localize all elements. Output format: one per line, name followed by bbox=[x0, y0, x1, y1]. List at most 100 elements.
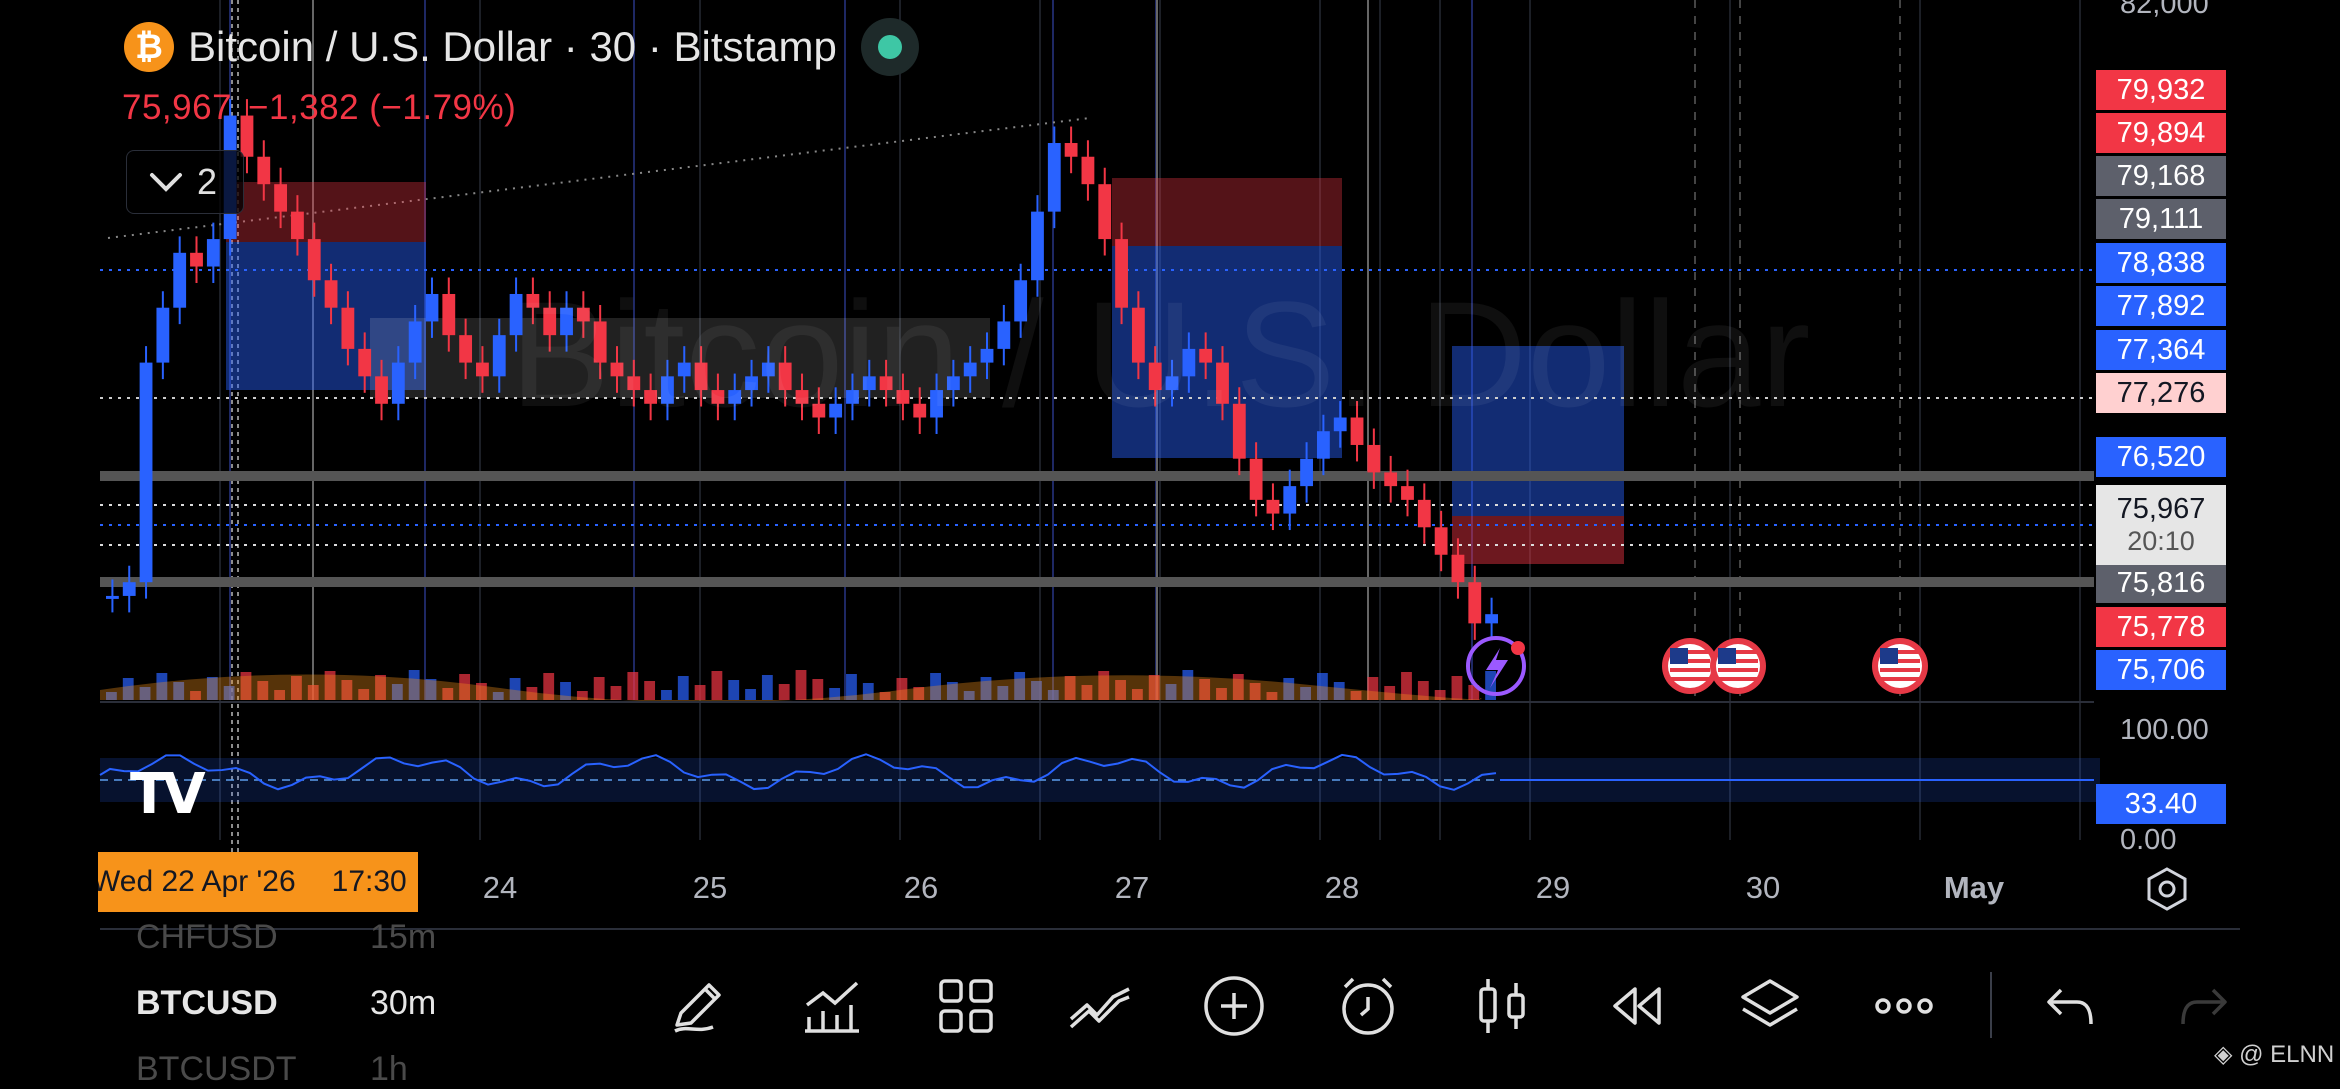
candle bbox=[307, 239, 321, 281]
volume-bar bbox=[1451, 676, 1463, 700]
symbol-name: BTCUSDT bbox=[136, 1050, 297, 1088]
undo-icon bbox=[2047, 988, 2093, 1025]
candle bbox=[173, 252, 187, 308]
oscillator-max-label: 100.00 bbox=[2120, 714, 2209, 746]
chart-settings-icon[interactable] bbox=[2144, 866, 2190, 912]
volume-bar bbox=[644, 681, 656, 700]
volume-bar bbox=[812, 679, 824, 700]
price-level-label: 79,932 bbox=[2096, 70, 2226, 110]
alert-clock-icon bbox=[1342, 977, 1394, 1035]
volume-bar bbox=[593, 677, 605, 700]
draw-button[interactable] bbox=[660, 968, 736, 1044]
alert-button[interactable] bbox=[1330, 968, 1406, 1044]
symbol-title[interactable]: Bitcoin / U.S. Dollar · 30 · Bitstamp bbox=[188, 23, 837, 71]
candle bbox=[459, 335, 473, 363]
volume-bar bbox=[610, 686, 622, 700]
time-tick: 27 bbox=[1114, 870, 1150, 905]
candle bbox=[442, 293, 456, 336]
candle bbox=[291, 211, 304, 240]
more-icon bbox=[1875, 998, 1933, 1014]
candle bbox=[1401, 486, 1414, 500]
volume-bar bbox=[661, 690, 672, 700]
price-level-label: 79,168 bbox=[2096, 156, 2226, 196]
redo-button[interactable] bbox=[2166, 968, 2242, 1044]
candle bbox=[1468, 582, 1482, 624]
candle bbox=[341, 307, 355, 349]
indicators-button[interactable] bbox=[794, 968, 870, 1044]
candle bbox=[1098, 184, 1112, 240]
symbol-header[interactable]: ₿ Bitcoin / U.S. Dollar · 30 · Bitstamp bbox=[124, 18, 919, 76]
pencil-icon bbox=[674, 983, 721, 1033]
current-price: 75,967 bbox=[2116, 493, 2206, 525]
market-status-icon[interactable] bbox=[860, 18, 919, 76]
watermark-text: @ ELNN bbox=[2239, 1041, 2335, 1068]
candle bbox=[257, 156, 271, 185]
candle bbox=[358, 348, 372, 377]
time-tick: 28 bbox=[1324, 870, 1360, 905]
candle bbox=[1384, 472, 1398, 487]
price-level-label: 78,838 bbox=[2096, 243, 2226, 283]
tradingview-logo[interactable]: TV bbox=[130, 762, 206, 827]
candle bbox=[1249, 458, 1263, 500]
last-price: 75,967 bbox=[122, 88, 233, 127]
trendline-button[interactable] bbox=[1062, 968, 1138, 1044]
stop-zone bbox=[1452, 516, 1624, 564]
layout-button[interactable] bbox=[928, 968, 1004, 1044]
price-level-label: 75,816 bbox=[2096, 563, 2226, 603]
candle bbox=[1434, 527, 1448, 555]
bar-countdown: 20:10 bbox=[2127, 526, 2195, 556]
event-markers[interactable] bbox=[1466, 636, 1928, 696]
symbol-name: CHFUSD bbox=[136, 918, 278, 956]
candle bbox=[206, 239, 220, 267]
us-flag-event-icon bbox=[1662, 638, 1718, 694]
list-item-selected[interactable]: BTCUSD 30m bbox=[136, 984, 436, 1023]
current-price-label: 75,967 20:10 bbox=[2096, 485, 2226, 565]
candles-icon bbox=[1479, 979, 1525, 1033]
time-tick: May bbox=[1943, 870, 2005, 905]
time-tick: 26 bbox=[903, 870, 939, 905]
candle bbox=[408, 321, 422, 363]
candle bbox=[1064, 143, 1078, 157]
list-item[interactable]: CHFUSD 15m bbox=[136, 918, 436, 957]
chart-canvas[interactable] bbox=[0, 0, 2340, 1080]
list-item[interactable]: BTCUSDT 1h bbox=[136, 1050, 408, 1089]
candle bbox=[1266, 499, 1280, 514]
candle bbox=[1367, 444, 1381, 473]
candle bbox=[324, 280, 338, 308]
stop-zone bbox=[226, 182, 426, 242]
price-level-label: 79,111 bbox=[2096, 199, 2226, 239]
redo-icon bbox=[2181, 988, 2227, 1025]
crosshair-time: 17:30 bbox=[331, 865, 407, 898]
add-button[interactable] bbox=[1196, 968, 1272, 1044]
candle bbox=[1081, 156, 1095, 185]
candle bbox=[425, 293, 439, 322]
crosshair-date-label: Wed 22 Apr '26 17:30 bbox=[98, 852, 418, 912]
candle bbox=[1451, 554, 1465, 583]
candle bbox=[1047, 143, 1061, 212]
chart-type-button[interactable] bbox=[1464, 968, 1540, 1044]
oscillator-pane bbox=[99, 753, 2100, 802]
replay-button[interactable] bbox=[1598, 968, 1674, 1044]
diamond-icon: ◈ bbox=[2214, 1041, 2233, 1068]
candle bbox=[274, 184, 288, 212]
lightning-event-icon bbox=[1466, 636, 1526, 696]
price-axis-top: 82,000 bbox=[2120, 0, 2209, 20]
undo-button[interactable] bbox=[2032, 968, 2108, 1044]
price-level-label: 75,706 bbox=[2096, 650, 2226, 690]
symbol-interval: 30m bbox=[370, 984, 437, 1022]
indicators-toggle-button[interactable]: 2 bbox=[126, 150, 244, 214]
volume-pane bbox=[100, 670, 2094, 703]
volume-bar bbox=[627, 672, 639, 700]
oscillator-value-label: 33.40 bbox=[2096, 784, 2226, 824]
add-icon bbox=[1204, 976, 1264, 1036]
user-watermark: ◈ @ ELNN bbox=[2214, 1040, 2334, 1069]
object-tree-button[interactable] bbox=[1732, 968, 1808, 1044]
crosshair-date: Wed 22 Apr '26 bbox=[98, 865, 296, 898]
time-tick: 24 bbox=[482, 870, 518, 905]
more-button[interactable] bbox=[1866, 968, 1942, 1044]
price-level-label: 77,892 bbox=[2096, 286, 2226, 326]
time-tick: 30 bbox=[1745, 870, 1781, 905]
candle bbox=[375, 376, 388, 404]
volume-ma bbox=[100, 674, 1482, 703]
volume-bar bbox=[778, 684, 790, 700]
